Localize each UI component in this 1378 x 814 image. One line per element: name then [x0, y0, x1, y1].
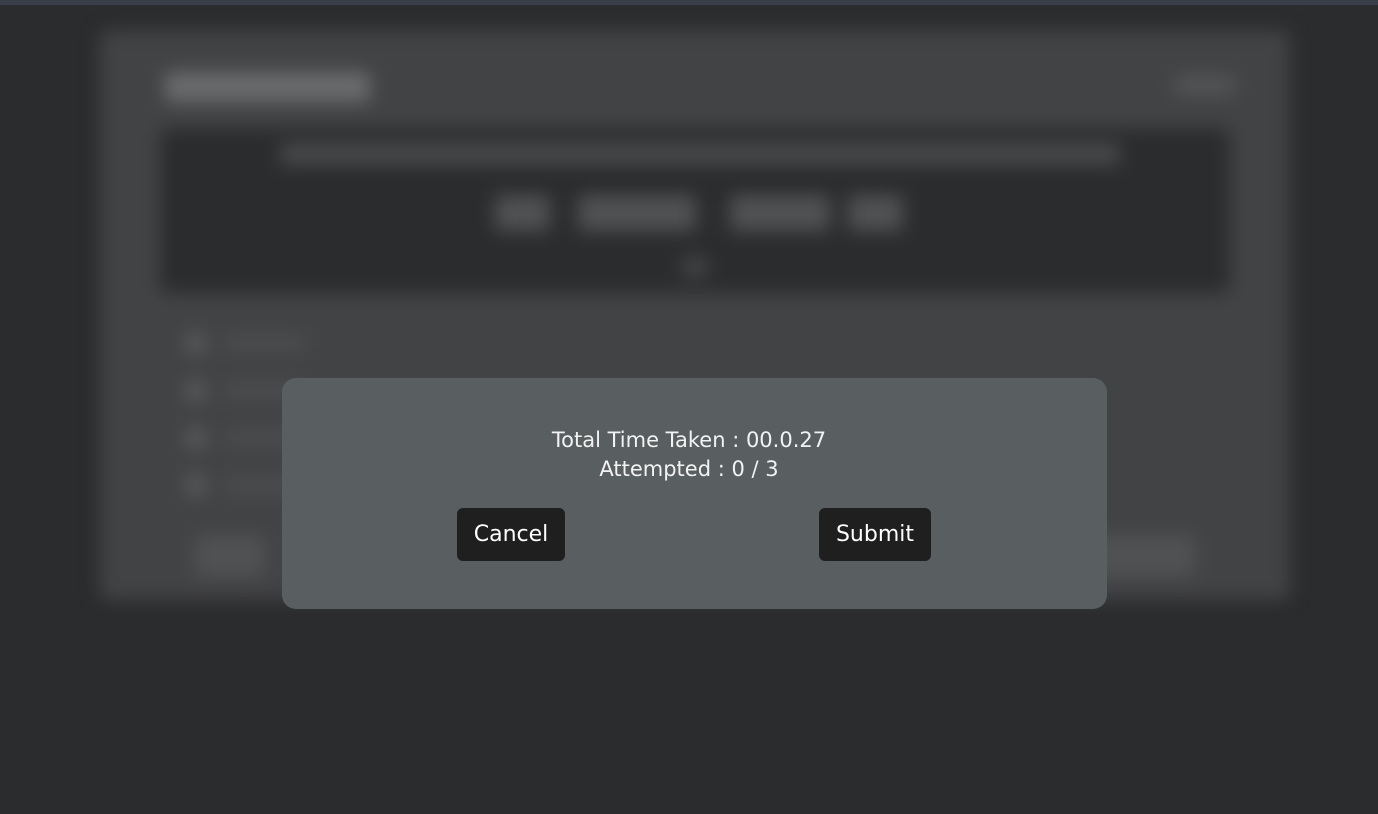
- submit-confirmation-dialog: [282, 378, 1107, 609]
- question-expression-blurred: [730, 195, 830, 231]
- quiz-title-blurred: [165, 72, 370, 102]
- question-text-blurred: [280, 143, 1120, 165]
- question-expression-blurred: [848, 195, 903, 231]
- option-label-blurred: [225, 335, 305, 351]
- question-footer-blurred: [682, 257, 708, 277]
- cancel-button[interactable]: Cancel: [457, 508, 565, 561]
- attempted-count: Attempted : 0 / 3: [599, 457, 779, 481]
- dialog-summary: Total Time Taken : 00.0.27 Attempted : 0…: [0, 426, 1378, 484]
- prev-button-blurred: [195, 535, 265, 577]
- total-time-taken: Total Time Taken : 00.0.27: [551, 428, 827, 452]
- question-expression-blurred: [495, 195, 550, 231]
- submit-button[interactable]: Submit: [819, 508, 931, 561]
- option-radio: [185, 332, 207, 354]
- question-expression-blurred: [578, 195, 696, 231]
- browser-top-strip: [0, 0, 1378, 5]
- option-radio: [185, 380, 207, 402]
- quiz-timer-blurred: [1175, 76, 1235, 94]
- question-panel: [160, 128, 1230, 293]
